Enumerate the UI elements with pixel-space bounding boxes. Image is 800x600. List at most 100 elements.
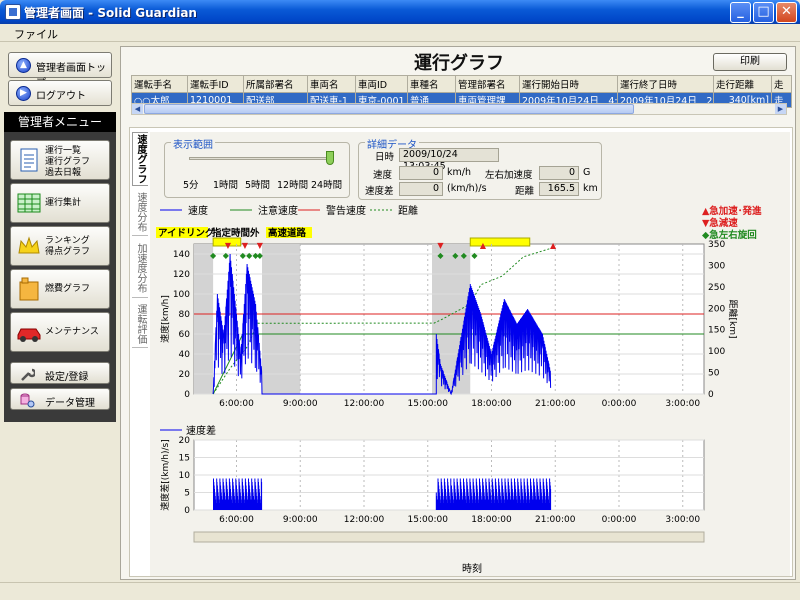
- y-right-tick-label: 250: [708, 283, 725, 293]
- maximize-button[interactable]: □: [753, 2, 774, 23]
- x-tick-label: 18:00:00: [471, 515, 512, 525]
- tab-accel-distribution[interactable]: 加速度分布: [132, 238, 148, 298]
- ranking-label: ランキング 得点グラフ: [45, 236, 91, 257]
- fuel-graph-button[interactable]: 燃費グラフ: [10, 269, 110, 309]
- data-management-label: データ管理: [45, 398, 95, 409]
- close-button[interactable]: ✕: [776, 2, 797, 23]
- operation-summary-label: 運行集計: [45, 198, 82, 208]
- y-right-tick-label: 350: [708, 240, 725, 250]
- title-bar: 管理者画面 - Solid Guardian _ □ ✕: [0, 0, 800, 24]
- admin-top-button[interactable]: ▲ 管理者画面トップ: [8, 52, 112, 89]
- col-vehicle-id[interactable]: 車両ID: [355, 75, 408, 93]
- event-marker: ▼: [437, 241, 444, 250]
- x-tick-label: 21:00:00: [535, 399, 576, 409]
- play-icon: ▶: [16, 86, 31, 101]
- turn-event-marker: ◆: [452, 251, 459, 260]
- legend-caution: 注意速度: [258, 204, 298, 217]
- x-tick-label: 9:00:00: [283, 515, 318, 525]
- legend-speed: 速度: [188, 204, 208, 217]
- operation-summary-button[interactable]: 運行集計: [10, 183, 110, 223]
- speed-chart[interactable]: 速度 注意速度 警告速度 距離 ▲急加速･発進 ▼急減速 ◆急左右旋回 アイドリ…: [150, 132, 790, 576]
- event-marker: ▼: [242, 241, 249, 250]
- minimize-button[interactable]: _: [730, 2, 751, 23]
- x-tick-label: 15:00:00: [408, 515, 449, 525]
- col-more[interactable]: 走: [771, 75, 792, 93]
- x-tick-label: 6:00:00: [219, 515, 254, 525]
- maintenance-button[interactable]: メンテナンス: [10, 312, 110, 352]
- col-driver-name[interactable]: 運転手名: [131, 75, 188, 93]
- settings-button[interactable]: 設定/登録: [10, 362, 110, 384]
- turn-event-marker: ◆: [257, 251, 264, 260]
- x-tick-label: 3:00:00: [665, 399, 700, 409]
- turn-event-marker: ◆: [437, 251, 444, 260]
- col-mgmt-dept[interactable]: 管理部署名: [455, 75, 520, 93]
- col-distance[interactable]: 走行距離: [713, 75, 772, 93]
- y-right-axis-title: 距離[km]: [727, 299, 739, 338]
- y-right-tick-label: 50: [708, 369, 720, 379]
- y2-axis-title: 速度差[(km/h)/s]: [159, 439, 171, 510]
- window-title: 管理者画面 - Solid Guardian: [24, 6, 197, 20]
- y-right-tick-label: 200: [708, 304, 725, 314]
- col-department[interactable]: 所属部署名: [243, 75, 308, 93]
- car-icon: [17, 328, 41, 342]
- admin-menu-header: 管理者メニュー: [4, 112, 116, 132]
- fuel-graph-label: 燃費グラフ: [45, 284, 91, 294]
- y2-tick-label: 15: [179, 454, 190, 464]
- x-tick-label: 15:00:00: [408, 399, 449, 409]
- operation-list-button[interactable]: 運行一覧 運行グラフ 過去日報: [10, 140, 110, 180]
- y-right-tick-label: 300: [708, 261, 725, 271]
- operation-list-label: 運行一覧 運行グラフ 過去日報: [45, 146, 91, 178]
- shade-region: [262, 244, 301, 394]
- y-right-tick-label: 150: [708, 326, 725, 336]
- col-vehicle-type[interactable]: 車種名: [407, 75, 456, 93]
- x-tick-label: 12:00:00: [344, 399, 385, 409]
- horizontal-scrollbar[interactable]: ◀ ▶: [131, 103, 787, 115]
- content-panel: 速度グラフ 速度分布 加速度分布 運転評価 表示範囲 5分 1時間 5時間 12…: [129, 127, 793, 577]
- y2-tick-label: 20: [179, 436, 191, 446]
- scroll-thumb[interactable]: [144, 104, 634, 114]
- x-tick-label: 3:00:00: [665, 515, 700, 525]
- settings-label: 設定/登録: [45, 372, 89, 383]
- col-start-time[interactable]: 運行開始日時: [519, 75, 618, 93]
- admin-menu-panel: 運行一覧 運行グラフ 過去日報 運行集計 ランキング 得点グラフ 燃費グラフ メンテナ…: [4, 132, 116, 422]
- logout-label: ログアウト: [36, 91, 86, 102]
- database-icon: [20, 393, 35, 408]
- wrench-icon: [21, 368, 35, 381]
- turn-event-marker: ◆: [210, 251, 217, 260]
- x-tick-label: 18:00:00: [471, 399, 512, 409]
- x-tick-label: 0:00:00: [602, 399, 637, 409]
- tab-speed-distribution[interactable]: 速度分布: [132, 188, 148, 236]
- legend-speed-diff: 速度差: [186, 424, 216, 437]
- event-marker: ▲: [480, 241, 487, 250]
- y-left-tick-label: 120: [173, 270, 190, 280]
- plot-group: 6:00:00 6:00:00 9:00:00 9:00:00 12:00:00 12:0…: [159, 237, 739, 543]
- legend-event-decel: ▼急減速: [702, 217, 738, 229]
- x-tick-label: 9:00:00: [283, 399, 318, 409]
- y2-tick-label: 5: [184, 489, 190, 499]
- x-tick-label: 21:00:00: [535, 515, 576, 525]
- flag-outside: 指定時間外: [212, 227, 260, 239]
- shade-region: [194, 244, 214, 394]
- data-management-button[interactable]: データ管理: [10, 388, 110, 410]
- scroll-right-icon[interactable]: ▶: [775, 104, 786, 114]
- logout-button[interactable]: ▶ ログアウト: [8, 80, 112, 106]
- x-tick-label: 0:00:00: [602, 515, 637, 525]
- turn-event-marker: ◆: [223, 251, 230, 260]
- col-end-time[interactable]: 運行終了日時: [617, 75, 714, 93]
- event-marker: ▼: [225, 241, 232, 250]
- menu-file[interactable]: ファイル: [14, 26, 58, 42]
- tab-speed-graph[interactable]: 速度グラフ: [132, 132, 148, 186]
- col-driver-id[interactable]: 運転手ID: [187, 75, 244, 93]
- y2-tick-label: 0: [184, 506, 190, 516]
- tab-driving-evaluation[interactable]: 運転評価: [132, 300, 148, 348]
- menu-bar: ファイル: [0, 24, 800, 42]
- turn-event-marker: ◆: [471, 251, 478, 260]
- table-header-row: 運転手名 運転手ID 所属部署名 車両名 車両ID 車種名 管理部署名 運行開始…: [131, 75, 792, 93]
- x-tick-label: 6:00:00: [219, 399, 254, 409]
- page-title: 運行グラフ: [414, 53, 504, 74]
- ranking-button[interactable]: ランキング 得点グラフ: [10, 226, 110, 266]
- scroll-left-icon[interactable]: ◀: [132, 104, 143, 114]
- print-button[interactable]: 印刷: [713, 53, 787, 71]
- col-vehicle-name[interactable]: 車両名: [307, 75, 356, 93]
- event-marker: ▲: [550, 241, 557, 250]
